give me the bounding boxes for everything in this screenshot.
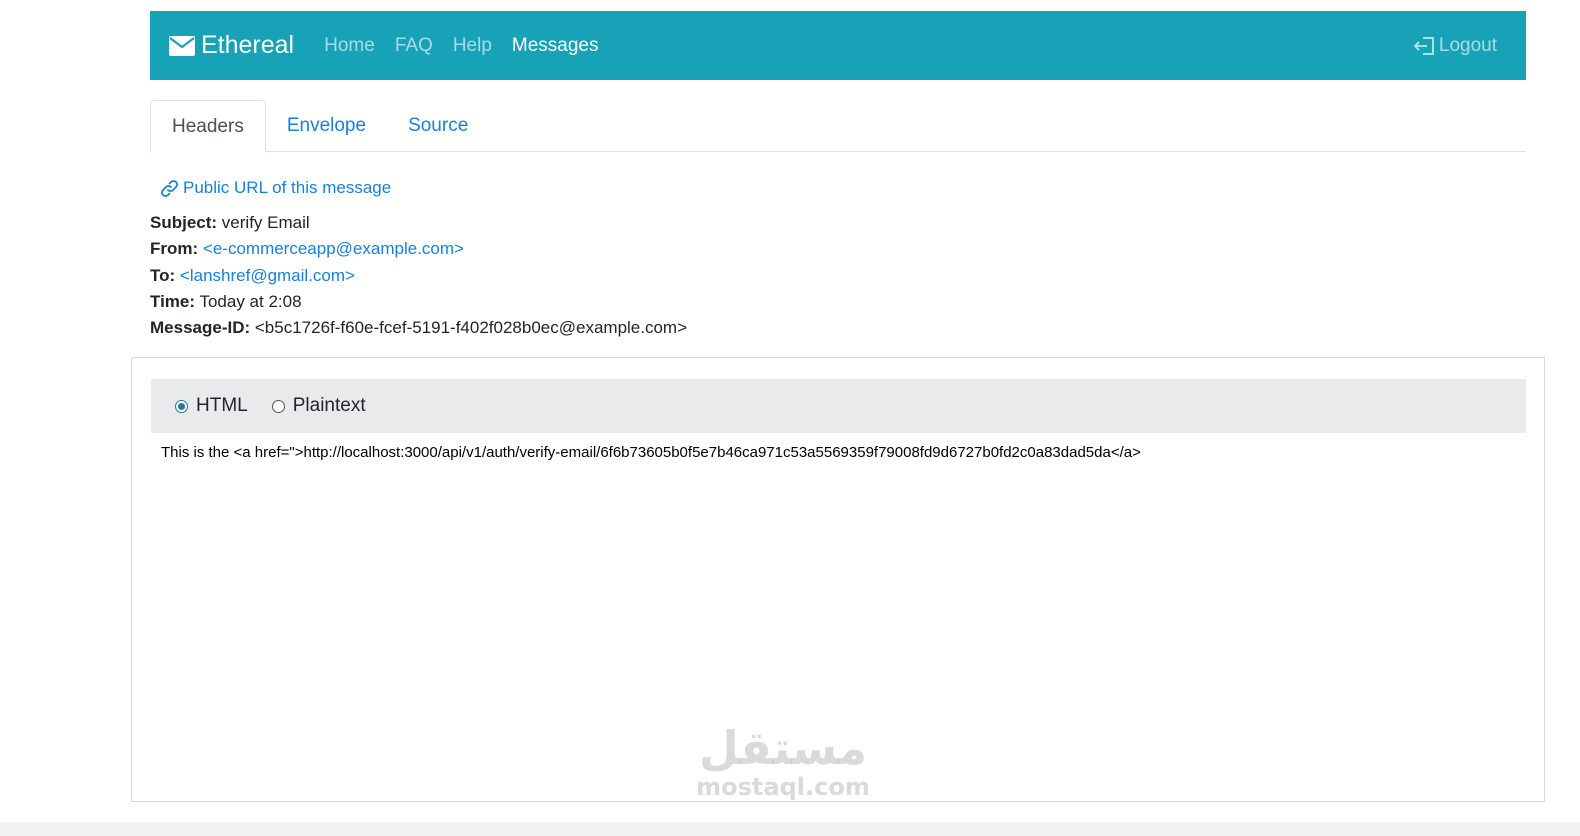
message-body-frame: HTML Plaintext This is the <a href=">htt…: [131, 357, 1545, 802]
plaintext-view-option[interactable]: Plaintext: [271, 395, 366, 417]
message-id-value: <b5c1726f-f60e-fcef-5191-f402f028b0ec@ex…: [254, 318, 688, 338]
nav-faq[interactable]: FAQ: [395, 35, 433, 57]
from-row: From: <e-commerceapp@example.com>: [150, 236, 687, 262]
email-body-text: This is the <a href=">http://localhost:3…: [161, 444, 1141, 461]
brand-name: Ethereal: [201, 31, 295, 59]
time-row: Time: Today at 2:08: [150, 289, 687, 315]
public-url-label: Public URL of this message: [183, 178, 392, 197]
sign-out-icon: [1413, 36, 1434, 55]
message-id-row: Message-ID: <b5c1726f-f60e-fcef-5191-f40…: [150, 315, 687, 341]
bottom-scroll-area: [0, 822, 1580, 836]
to-address-link[interactable]: <lanshref@gmail.com>: [180, 266, 355, 285]
page: Ethereal Home FAQ Help Messages Logout H…: [0, 0, 1580, 836]
html-radio[interactable]: [175, 399, 188, 413]
link-icon: [161, 179, 178, 197]
public-url-link[interactable]: Public URL of this message: [160, 178, 391, 198]
nav-home[interactable]: Home: [324, 35, 375, 57]
from-address-link[interactable]: <e-commerceapp@example.com>: [203, 239, 464, 258]
message-tabs: Headers Envelope Source: [150, 100, 1526, 153]
to-row: To: <lanshref@gmail.com>: [150, 263, 687, 289]
plaintext-radio[interactable]: [271, 399, 285, 413]
envelope-icon: [169, 35, 195, 56]
tab-source[interactable]: Source: [387, 100, 489, 152]
subject-label: Subject:: [150, 213, 218, 232]
from-label: From:: [150, 239, 199, 259]
view-toggle-bar: HTML Plaintext: [151, 379, 1526, 433]
tab-headers[interactable]: Headers: [150, 100, 266, 153]
plaintext-label: Plaintext: [292, 395, 366, 416]
tab-envelope[interactable]: Envelope: [266, 100, 387, 152]
nav-links: Home FAQ Help Messages: [324, 35, 618, 57]
nav-help[interactable]: Help: [453, 35, 492, 57]
time-label: Time:: [150, 291, 196, 311]
time-value: Today at 2:08: [199, 291, 302, 311]
subject-row: Subject: verify Email: [150, 210, 687, 236]
logout-button[interactable]: Logout: [1413, 35, 1497, 57]
to-label: To:: [150, 265, 176, 285]
nav-messages[interactable]: Messages: [512, 35, 599, 57]
html-view-option[interactable]: HTML: [175, 395, 248, 417]
message-id-label: Message-ID:: [150, 318, 251, 338]
navbar: Ethereal Home FAQ Help Messages Logout: [150, 11, 1526, 80]
subject-value: verify Email: [221, 213, 310, 232]
brand-link[interactable]: Ethereal: [169, 31, 294, 60]
message-headers: Subject: verify Email From: <e-commercea…: [150, 210, 687, 341]
logout-label: Logout: [1438, 34, 1497, 56]
html-label: HTML: [196, 395, 248, 416]
